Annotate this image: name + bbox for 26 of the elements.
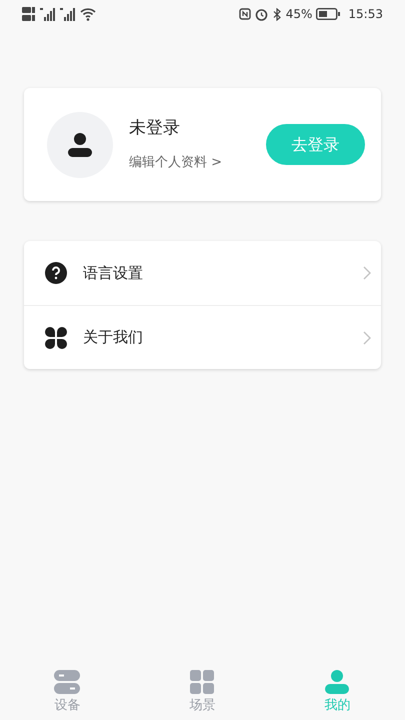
signal-icon bbox=[60, 7, 76, 21]
signal-icon bbox=[40, 7, 56, 21]
login-button[interactable]: 去登录 bbox=[266, 124, 365, 165]
bluetooth-icon bbox=[272, 8, 282, 20]
chevron-right-icon bbox=[363, 330, 371, 344]
sim-status-icon bbox=[22, 6, 36, 22]
devices-icon bbox=[54, 670, 80, 694]
person-icon bbox=[67, 132, 93, 158]
chevron-right-icon bbox=[363, 266, 371, 280]
battery-percentage: 45% bbox=[286, 6, 312, 23]
tab-item[interactable]: 场景 bbox=[134, 664, 270, 720]
user-name: 未登录 bbox=[129, 116, 181, 140]
grid-icon bbox=[190, 670, 214, 694]
tab-item[interactable]: 我的 bbox=[270, 664, 405, 720]
wifi-icon bbox=[80, 7, 96, 21]
menu-item[interactable]: 关于我们 bbox=[24, 305, 381, 369]
menu-item[interactable]: 语言设置 bbox=[24, 241, 381, 305]
person-icon bbox=[325, 670, 350, 694]
help-icon bbox=[45, 262, 67, 284]
clock-time: 15:53 bbox=[348, 6, 383, 23]
four-petal-icon bbox=[45, 326, 67, 348]
nfc-icon bbox=[238, 8, 251, 20]
edit-profile-link[interactable]: 编辑个人资料 > bbox=[129, 155, 222, 170]
alarm-icon bbox=[254, 8, 268, 20]
battery-icon bbox=[316, 8, 340, 20]
tab-item[interactable]: 设备 bbox=[0, 664, 135, 720]
